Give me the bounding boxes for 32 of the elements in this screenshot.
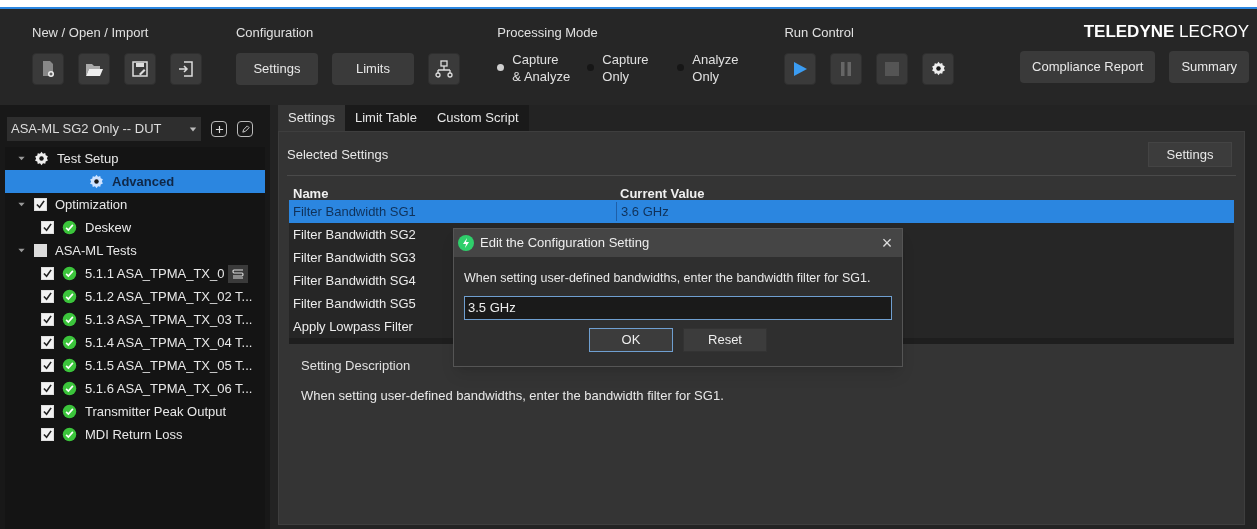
- tree-label: Test Setup: [57, 149, 119, 168]
- group-label: Run Control: [784, 24, 855, 42]
- table-cell: Filter Bandwidth SG4: [293, 272, 416, 288]
- tree-label: 5.1.1 ASA_TPMA_TX_0: [85, 264, 225, 283]
- tree-label: Transmitter Peak Output: [85, 402, 227, 421]
- tree-label: 5.1.5 ASA_TPMA_TX_05 T...: [85, 356, 253, 375]
- group-label: Configuration: [235, 24, 315, 42]
- tree-label: MDI Return Loss: [85, 425, 183, 444]
- tree-label: Deskew: [85, 218, 132, 237]
- table-cell: Apply Lowpass Filter: [293, 318, 413, 334]
- table-cell: Filter Bandwidth SG1: [293, 203, 416, 219]
- table-cell: Filter Bandwidth SG5: [293, 295, 416, 311]
- tree-label: 5.1.2 ASA_TPMA_TX_02 T...: [85, 287, 253, 306]
- table-cell: Filter Bandwidth SG2: [293, 226, 416, 242]
- tree-label: 5.1.4 ASA_TPMA_TX_04 T...: [85, 333, 253, 352]
- column-header: Name: [292, 185, 330, 200]
- tree-label: 5.1.6 ASA_TPMA_TX_06 T...: [85, 379, 253, 398]
- table-cell: Filter Bandwidth SG3: [293, 249, 416, 265]
- logo: TELEDYNE LECROY: [1083, 23, 1249, 41]
- prompt-text: When setting user-defined bandwidths, enter the bandwidth filter for SG1.: [464, 270, 872, 287]
- group-label: Processing Mode: [497, 24, 599, 42]
- tree-label: Optimization: [55, 195, 128, 214]
- table-cell: 3.6 GHz: [616, 201, 1234, 222]
- section-title: Setting Description: [301, 357, 412, 375]
- column-header: Current Value: [619, 185, 706, 200]
- tree-label: 5.1.3 ASA_TPMA_TX_03 T...: [85, 310, 253, 329]
- group-label: New / Open / Import: [32, 24, 150, 42]
- tree-label: Advanced: [112, 172, 175, 191]
- tree-label: ASA-ML Tests: [55, 241, 137, 260]
- description-text: When setting user-defined bandwidths, enter the bandwidth filter for SG1.: [301, 386, 725, 405]
- section-title: Selected Settings: [287, 145, 389, 164]
- dialog-title: Edit the Configuration Setting: [480, 234, 651, 253]
